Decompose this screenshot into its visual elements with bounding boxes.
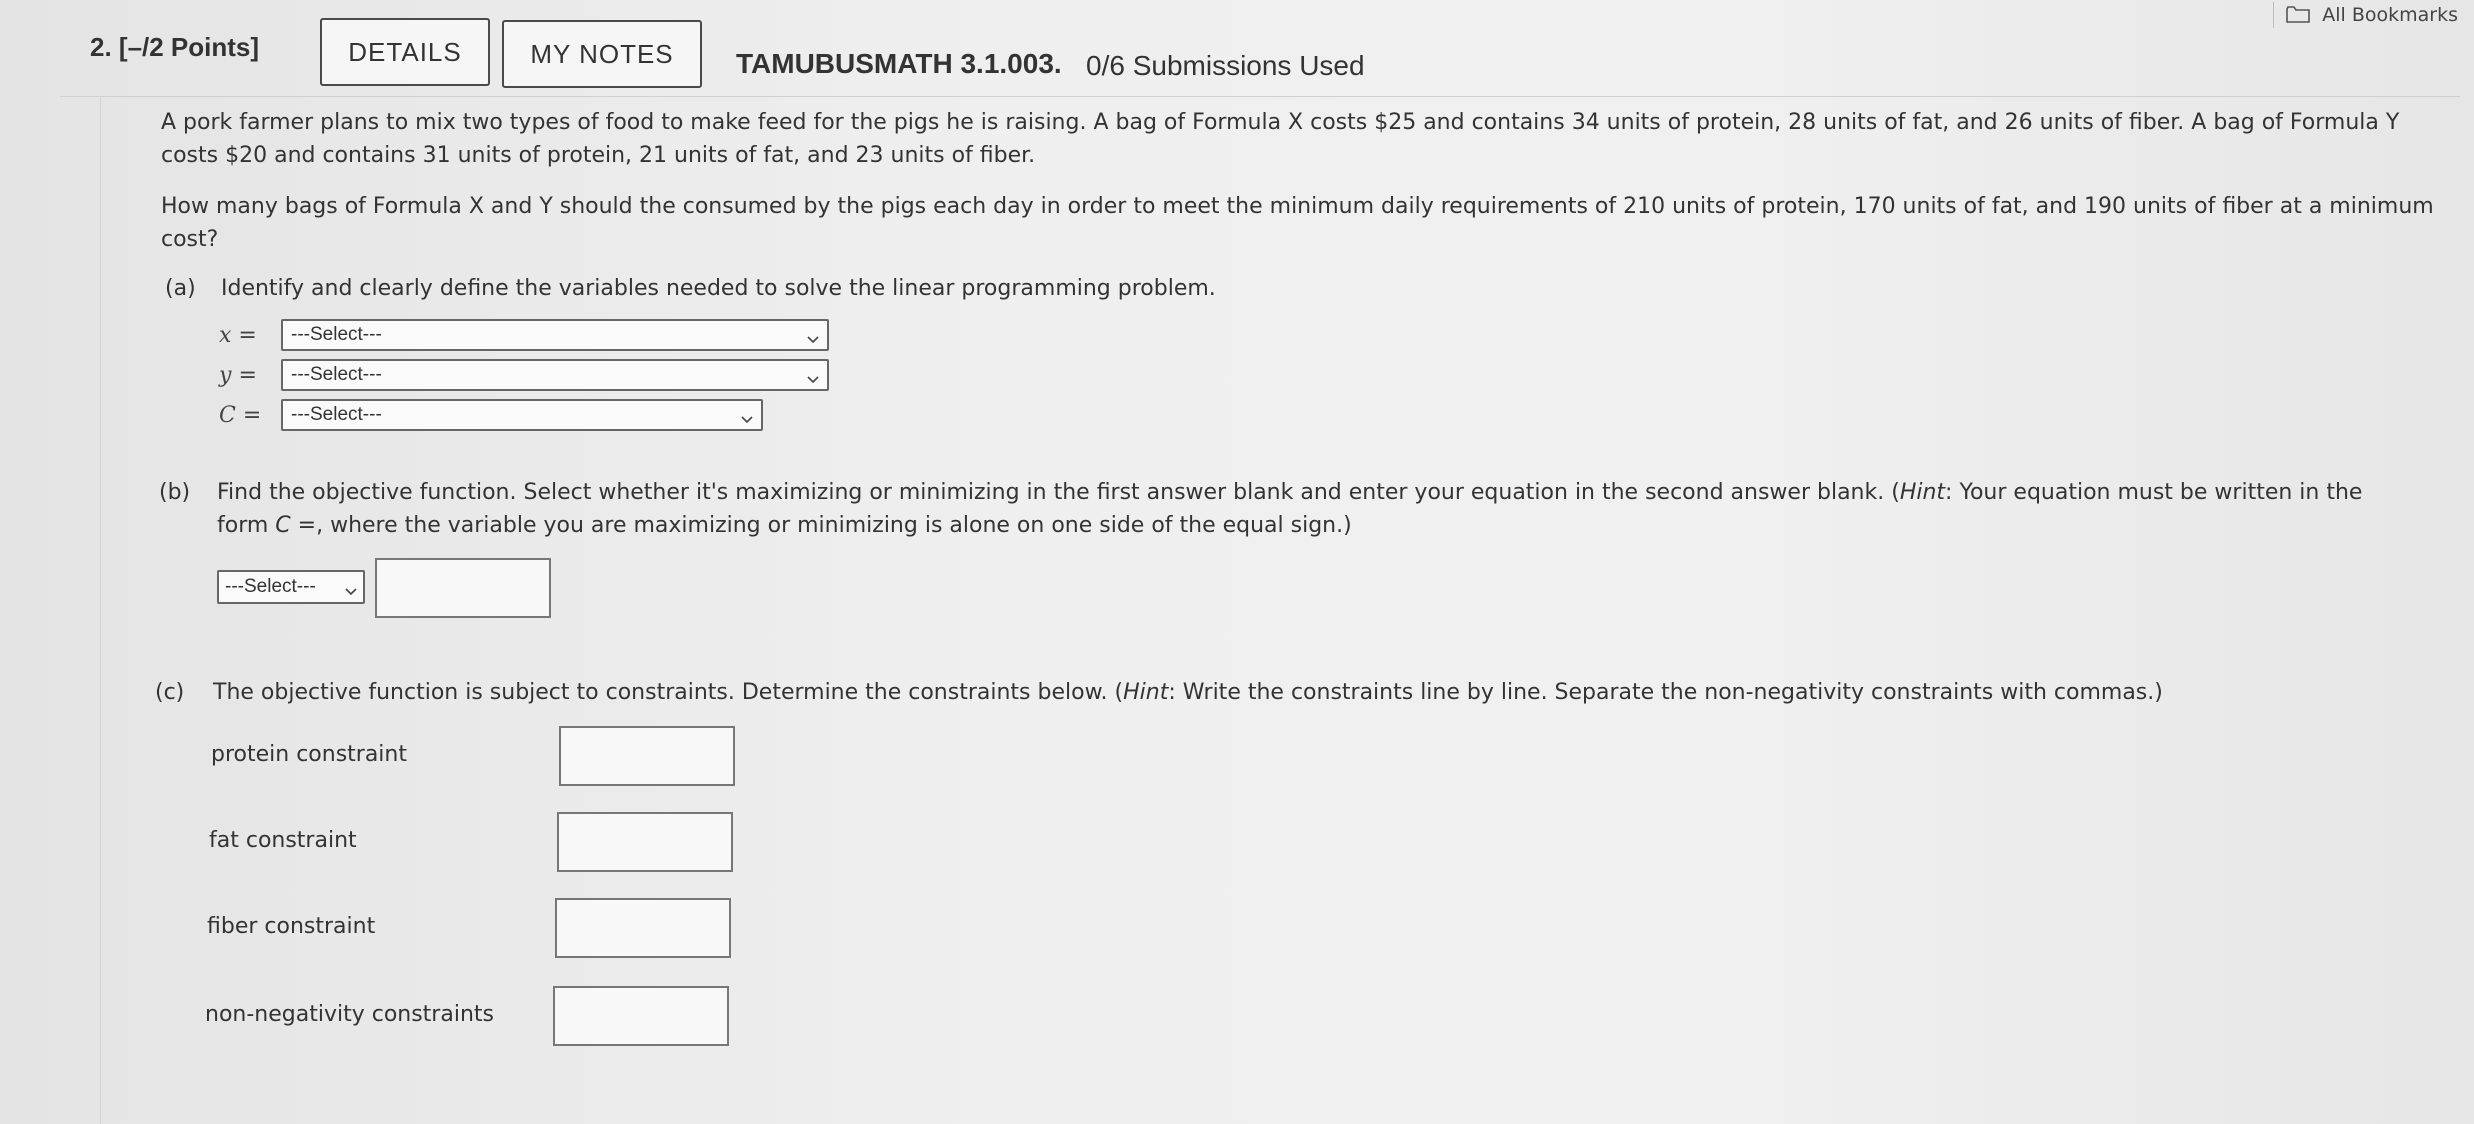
part-c-text-end: : Write the constraints line by line. Se…	[1168, 680, 2163, 705]
var-y-select[interactable]: ---Select---	[281, 359, 829, 391]
part-c-hint: Hint	[1123, 680, 1169, 705]
question-content: A pork farmer plans to mix two types of …	[100, 96, 2471, 1124]
fat-constraint-label: fat constraint	[209, 828, 357, 853]
question-points-label: 2. [–/2 Points]	[90, 32, 260, 62]
var-row-c: C = ---Select---	[219, 398, 763, 432]
var-c-select[interactable]: ---Select---	[281, 399, 763, 431]
course-code: TAMUBUSMATH 3.1.003.	[736, 48, 1062, 79]
var-y-select-value: ---Select---	[291, 364, 382, 385]
var-c-label: C =	[219, 402, 262, 428]
var-x-select[interactable]: ---Select---	[281, 319, 829, 351]
part-b-form-var: C	[275, 513, 291, 538]
chevron-down-icon	[807, 329, 819, 344]
objective-type-select-value: ---Select---	[225, 576, 316, 597]
non-negativity-constraints-input[interactable]	[553, 986, 729, 1046]
chevron-down-icon	[741, 409, 753, 424]
part-a-prompt: (a) Identify and clearly define the varia…	[165, 272, 1216, 305]
part-b-text-mid: : Your equation must be written in the	[1945, 480, 2363, 505]
part-a-tag: (a)	[165, 276, 196, 301]
var-x-label: x =	[219, 322, 257, 348]
var-x-select-value: ---Select---	[291, 324, 382, 345]
part-b-tag: (b)	[159, 480, 191, 505]
part-c-text-start: The objective function is subject to con…	[213, 680, 1124, 705]
problem-paragraph-1: A pork farmer plans to mix two types of …	[161, 110, 2400, 168]
part-b-prompt: (b) Find the objective function. Select w…	[159, 476, 2439, 542]
my-notes-button[interactable]: MY NOTES	[502, 20, 702, 88]
fiber-constraint-input[interactable]	[555, 898, 731, 958]
part-a-text: Identify and clearly define the variable…	[221, 276, 1216, 301]
var-row-x: x = ---Select---	[219, 318, 829, 352]
protein-constraint-label: protein constraint	[211, 742, 407, 767]
details-button[interactable]: DETAILS	[320, 18, 490, 86]
question-header: 2. [–/2 Points] DETAILS MY NOTES TAMUBUS…	[60, 16, 2460, 97]
part-c-tag: (c)	[155, 680, 185, 705]
non-negativity-constraints-label: non-negativity constraints	[205, 1002, 494, 1027]
part-b-hint: Hint	[1899, 480, 1946, 505]
objective-type-select[interactable]: ---Select---	[217, 570, 365, 604]
submissions-used: 0/6 Submissions Used	[1086, 50, 1365, 81]
part-b-line-2: form C =, where the variable you are max…	[217, 513, 1352, 538]
chevron-down-icon	[807, 369, 819, 384]
fat-constraint-input[interactable]	[557, 812, 733, 872]
objective-equation-input[interactable]	[375, 558, 551, 618]
part-c-prompt: (c) The objective function is subject to …	[155, 676, 2445, 709]
chevron-down-icon	[345, 581, 357, 596]
var-y-label: y =	[219, 362, 257, 388]
fiber-constraint-label: fiber constraint	[207, 914, 376, 939]
page: All Bookmarks 2. [–/2 Points] DETAILS MY…	[0, 0, 2474, 1124]
problem-paragraph-2: How many bags of Formula X and Y should …	[161, 194, 2434, 252]
part-b-text-start: Find the objective function. Select whet…	[217, 480, 1900, 505]
protein-constraint-input[interactable]	[559, 726, 735, 786]
var-row-y: y = ---Select---	[219, 358, 829, 392]
var-c-select-value: ---Select---	[291, 404, 382, 425]
